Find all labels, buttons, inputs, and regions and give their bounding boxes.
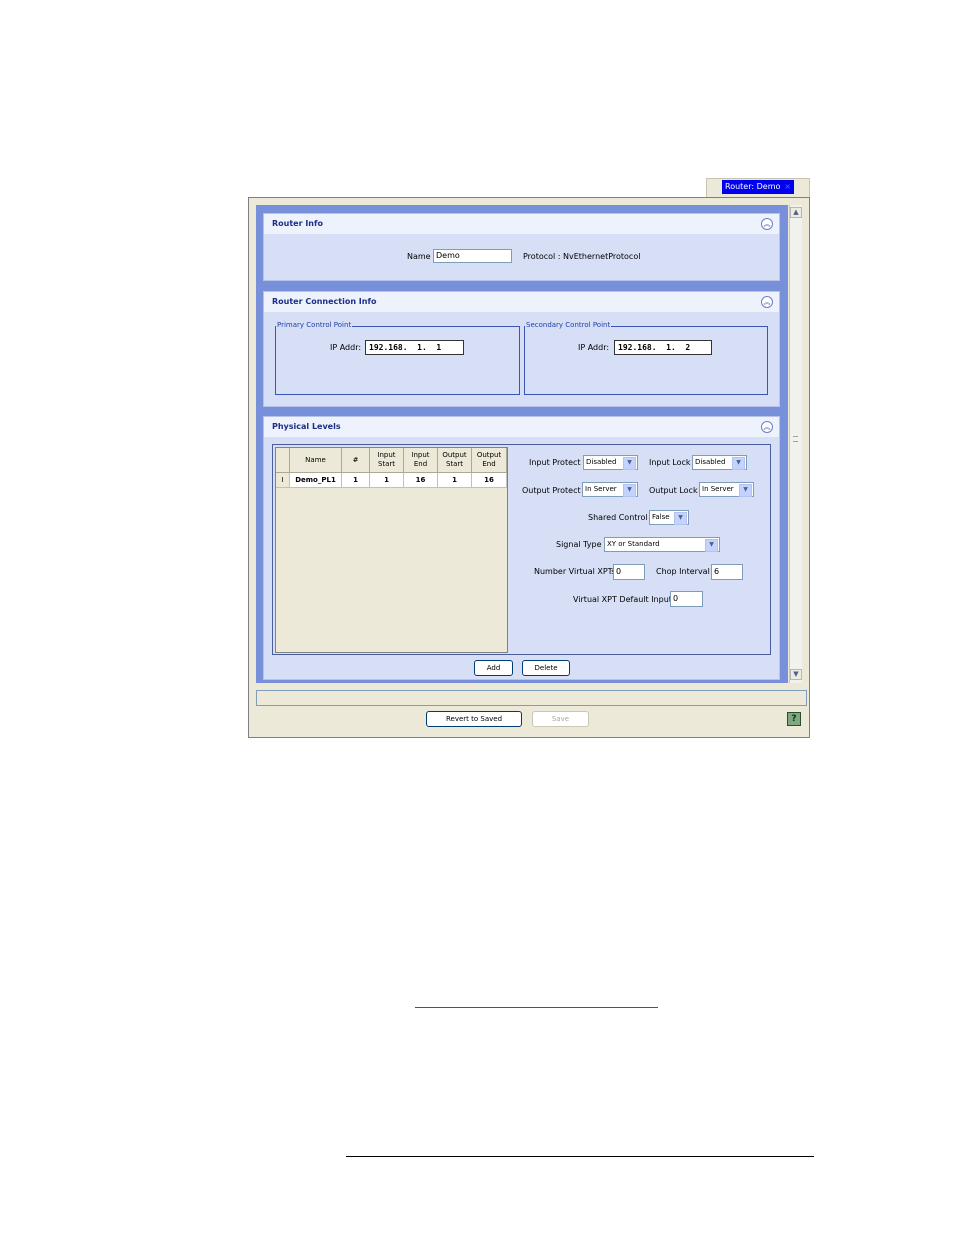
column-header-output-start[interactable]: Output Start xyxy=(438,448,472,473)
status-bar xyxy=(256,690,807,706)
cell-number[interactable]: 1 xyxy=(342,473,370,488)
cell-output-end[interactable]: 16 xyxy=(472,473,507,488)
router-info-panel: Router Info xyxy=(263,213,780,281)
chevron-down-icon[interactable]: ▼ xyxy=(623,457,636,470)
signal-type-select[interactable]: XY or Standard ▼ xyxy=(604,537,720,552)
save-button[interactable]: Save xyxy=(532,711,589,727)
chevron-down-icon[interactable]: ▼ xyxy=(705,539,718,552)
router-info-title: Router Info xyxy=(264,214,779,234)
chevron-double-up-icon[interactable]: ︽ xyxy=(761,421,773,433)
signal-type-label: Signal Type xyxy=(556,540,602,549)
footer-rule xyxy=(346,1156,814,1157)
name-label: Name xyxy=(407,252,431,261)
shared-control-label: Shared Control xyxy=(588,513,648,522)
primary-ip-label: IP Addr: xyxy=(330,343,362,352)
chevron-double-up-icon[interactable]: ︽ xyxy=(761,296,773,308)
column-header-output-end[interactable]: Output End xyxy=(472,448,507,473)
close-icon[interactable]: × xyxy=(784,180,791,194)
output-protect-value: In Server xyxy=(585,485,617,493)
secondary-ip-field[interactable]: 192.168. 1. 2 xyxy=(614,340,712,355)
cell-output-start[interactable]: 1 xyxy=(438,473,472,488)
physical-levels-title: Physical Levels xyxy=(264,417,779,437)
chevron-double-up-icon[interactable]: ︽ xyxy=(761,218,773,230)
output-protect-select[interactable]: In Server ▼ xyxy=(582,482,638,497)
name-field[interactable]: Demo xyxy=(433,249,512,263)
add-button[interactable]: Add xyxy=(474,660,513,676)
scroll-thumb-grip[interactable] xyxy=(793,436,798,442)
row-marker[interactable]: I xyxy=(276,473,290,488)
output-protect-label: Output Protect xyxy=(522,486,581,495)
virtual-xpt-default-input-label: Virtual XPT Default Input xyxy=(573,595,672,604)
secondary-ip-label: IP Addr: xyxy=(578,343,610,352)
hyperlink-underline[interactable] xyxy=(415,1007,658,1008)
secondary-control-point-title: Secondary Control Point xyxy=(525,321,612,330)
column-header-input-start[interactable]: Input Start xyxy=(370,448,404,473)
tab-label: Router: Demo xyxy=(725,182,781,191)
column-header-input-end[interactable]: Input End xyxy=(404,448,438,473)
shared-control-value: False xyxy=(652,513,670,521)
chevron-down-icon[interactable]: ▼ xyxy=(732,457,745,470)
chop-interval-label: Chop Interval xyxy=(656,567,710,576)
revert-to-saved-button[interactable]: Revert to Saved xyxy=(426,711,522,727)
primary-ip-field[interactable]: 192.168. 1. 1 xyxy=(365,340,464,355)
input-lock-select[interactable]: Disabled ▼ xyxy=(692,455,747,470)
vertical-scrollbar[interactable] xyxy=(789,205,802,683)
output-lock-select[interactable]: In Server ▼ xyxy=(699,482,754,497)
protocol-label: Protocol : NvEthernetProtocol xyxy=(523,252,641,261)
primary-control-point-group xyxy=(275,326,520,395)
virtual-xpt-default-input-field[interactable]: 0 xyxy=(670,591,703,607)
tab-router-demo[interactable]: Router: Demo × xyxy=(722,180,794,194)
input-protect-value: Disabled xyxy=(586,458,617,466)
chevron-down-icon[interactable]: ▼ xyxy=(623,484,636,497)
row-header-corner xyxy=(276,448,290,473)
chevron-down-icon[interactable]: ▼ xyxy=(739,484,752,497)
cell-name[interactable]: Demo_PL1 xyxy=(290,473,342,488)
scroll-up-icon[interactable]: ▲ xyxy=(790,207,802,218)
input-protect-label: Input Protect xyxy=(529,458,581,467)
input-lock-label: Input Lock xyxy=(649,458,691,467)
cell-input-end[interactable]: 16 xyxy=(404,473,438,488)
input-protect-select[interactable]: Disabled ▼ xyxy=(583,455,638,470)
chevron-down-icon[interactable]: ▼ xyxy=(674,512,687,525)
help-icon[interactable]: ? xyxy=(787,712,801,726)
shared-control-select[interactable]: False ▼ xyxy=(649,510,689,525)
column-header-number[interactable]: # xyxy=(342,448,370,473)
column-header-name[interactable]: Name xyxy=(290,448,342,473)
output-lock-value: In Server xyxy=(702,485,734,493)
secondary-control-point-group xyxy=(524,326,768,395)
signal-type-value: XY or Standard xyxy=(607,540,660,548)
scroll-down-icon[interactable]: ▼ xyxy=(790,669,802,680)
chop-interval-field[interactable]: 6 xyxy=(711,564,743,580)
num-virtual-xpts-field[interactable]: 0 xyxy=(613,564,645,580)
num-virtual-xpts-label: Number Virtual XPTs xyxy=(534,567,616,576)
input-lock-value: Disabled xyxy=(695,458,726,466)
primary-control-point-title: Primary Control Point xyxy=(276,321,353,330)
output-lock-label: Output Lock xyxy=(649,486,698,495)
delete-button[interactable]: Delete xyxy=(522,660,570,676)
cell-input-start[interactable]: 1 xyxy=(370,473,404,488)
router-connection-title: Router Connection Info xyxy=(264,292,779,312)
